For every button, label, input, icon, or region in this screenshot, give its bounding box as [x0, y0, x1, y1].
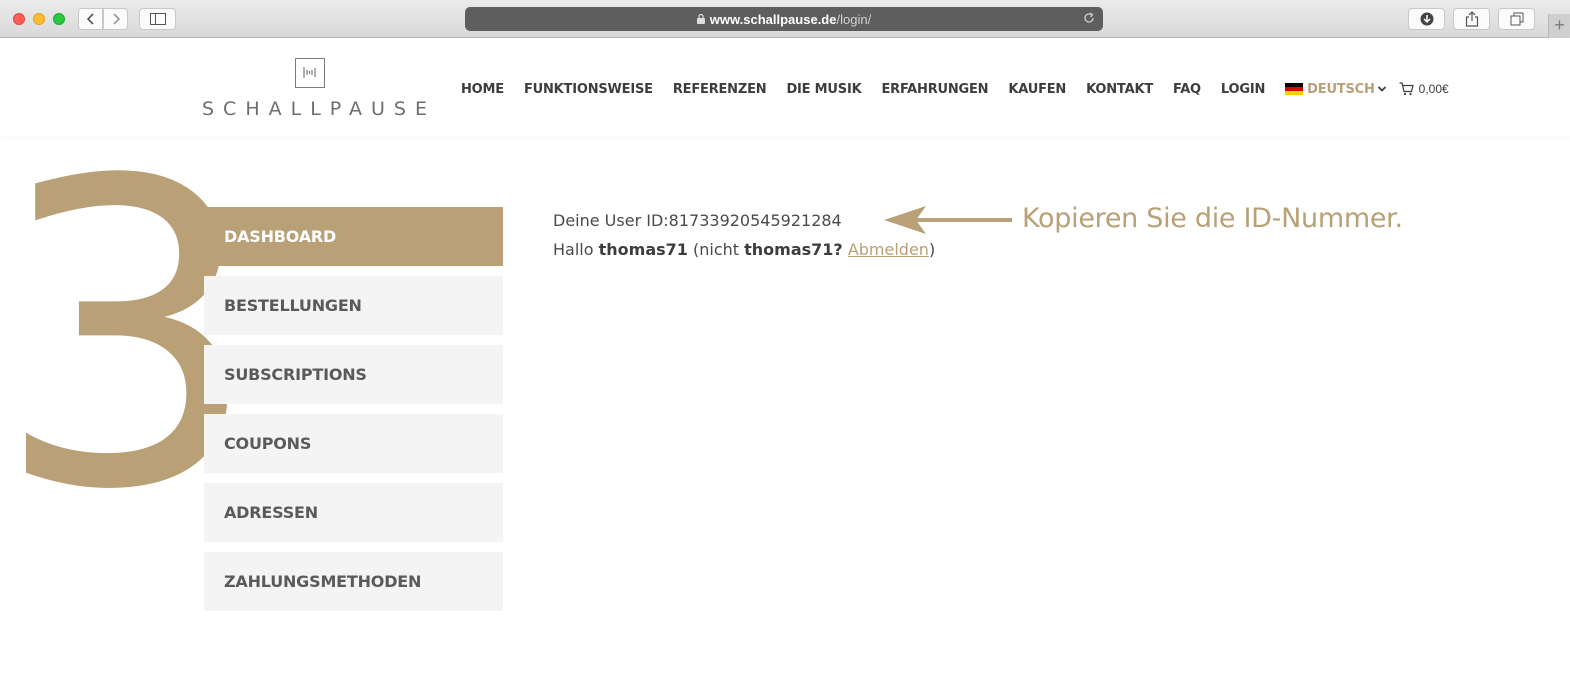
back-button[interactable] [78, 8, 103, 30]
nav-funktionsweise[interactable]: FUNKTIONSWEISE [524, 82, 653, 97]
lock-icon [696, 14, 705, 24]
account-menu: DASHBOARD BESTELLUNGEN SUBSCRIPTIONS COU… [204, 207, 503, 621]
reload-icon[interactable] [1082, 11, 1096, 25]
downloads-button[interactable] [1408, 8, 1445, 30]
tabs-overview-button[interactable] [1498, 8, 1535, 30]
soundwave-icon [303, 67, 316, 78]
user-id-label: Deine User ID: [553, 211, 669, 230]
sidebar-toggle-button[interactable] [139, 8, 176, 30]
user-id-line: Deine User ID:81733920545921284 [553, 210, 935, 239]
url-host: www.schallpause.de [709, 11, 837, 27]
minimize-window-button[interactable] [33, 13, 45, 25]
url-path: /login/ [836, 11, 872, 27]
menu-item-zahlungsmethoden[interactable]: ZAHLUNGSMETHODEN [204, 552, 503, 611]
nav-die-musik[interactable]: DIE MUSIK [786, 82, 861, 97]
share-icon [1465, 11, 1478, 27]
german-flag-icon [1285, 83, 1304, 95]
menu-item-subscriptions[interactable]: SUBSCRIPTIONS [204, 345, 503, 404]
menu-item-dashboard[interactable]: DASHBOARD [204, 207, 503, 266]
dashboard-content: Deine User ID:81733920545921284 Hallo th… [553, 210, 935, 268]
browser-toolbar: www.schallpause.de/login/ + [0, 0, 1570, 38]
language-label: DEUTSCH [1307, 81, 1375, 97]
cart-icon [1399, 82, 1414, 96]
cart-link[interactable]: 0,00€ [1399, 82, 1449, 96]
menu-item-bestellungen[interactable]: BESTELLUNGEN [204, 276, 503, 335]
user-id-value[interactable]: 81733920545921284 [669, 211, 842, 230]
main-navigation: HOME FUNKTIONSWEISE REFERENZEN DIE MUSIK… [461, 80, 1449, 98]
download-icon [1420, 12, 1433, 26]
username-question: thomas71? [744, 240, 843, 259]
nav-login[interactable]: LOGIN [1221, 82, 1265, 97]
address-bar[interactable]: www.schallpause.de/login/ [465, 7, 1103, 31]
cart-total: 0,00€ [1418, 82, 1449, 96]
menu-item-coupons[interactable]: COUPONS [204, 414, 503, 473]
chevron-down-icon [1377, 86, 1386, 92]
menu-item-adressen[interactable]: ADRESSEN [204, 483, 503, 542]
zoom-window-button[interactable] [53, 13, 65, 25]
sidebar-icon [149, 13, 166, 25]
logout-link[interactable]: Abmelden [848, 240, 929, 259]
nav-kaufen[interactable]: KAUFEN [1008, 82, 1066, 97]
nav-home[interactable]: HOME [461, 82, 504, 97]
tabs-icon [1510, 12, 1523, 26]
close-paren: ) [928, 240, 936, 259]
language-switcher[interactable]: DEUTSCH [1285, 82, 1386, 97]
close-window-button[interactable] [13, 13, 25, 25]
new-tab-button[interactable]: + [1548, 14, 1570, 38]
forward-button[interactable] [103, 8, 128, 30]
logo-mark [295, 58, 325, 88]
not-user-text: (nicht [693, 240, 740, 259]
chevron-left-icon [86, 13, 94, 25]
chevron-right-icon [112, 13, 120, 25]
arrow-left-icon [884, 206, 1012, 234]
nav-referenzen[interactable]: REFERENZEN [673, 82, 767, 97]
greeting-line: Hallo thomas71 (nicht thomas71? Abmelden… [553, 239, 935, 268]
nav-kontakt[interactable]: KONTAKT [1086, 82, 1153, 97]
nav-faq[interactable]: FAQ [1173, 82, 1201, 97]
nav-erfahrungen[interactable]: ERFAHRUNGEN [881, 82, 988, 97]
annotation-text: Kopieren Sie die ID-Nummer. [1022, 203, 1403, 234]
greeting-text: Hallo [553, 240, 594, 259]
share-button[interactable] [1453, 8, 1490, 30]
username: thomas71 [598, 240, 688, 259]
